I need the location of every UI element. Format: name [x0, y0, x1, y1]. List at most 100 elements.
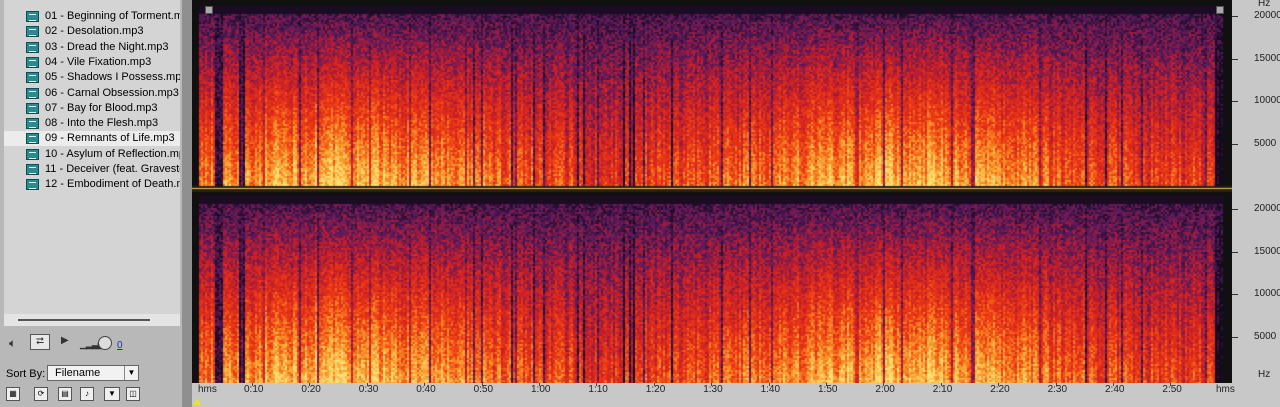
audio-file-icon: [26, 26, 39, 38]
audio-file-icon: [26, 11, 39, 22]
file-item[interactable]: 09 - Remnants of Life.mp3: [4, 131, 180, 147]
time-label: 2:00: [875, 384, 895, 395]
time-tick: [481, 383, 483, 386]
spectrogram[interactable]: [192, 0, 1232, 383]
time-label: 0:10: [244, 384, 264, 395]
frequency-scale: Hz Hz 20000 15000 10000 5000 20000 15000 10000 50…: [1232, 0, 1280, 383]
frequency-label: 10000: [1254, 95, 1280, 106]
time-label: 0:40: [416, 384, 436, 395]
time-tick: [1055, 383, 1057, 386]
play-icon[interactable]: ▶: [61, 335, 69, 346]
time-label: 0:20: [301, 384, 321, 395]
audio-file-icon: [26, 179, 39, 191]
file-panel: 01 - Beginning of Torment.mp3 02 - Desola…: [0, 0, 182, 407]
time-tick: [940, 383, 942, 386]
frequency-tick: [1232, 252, 1238, 253]
playhead-marker[interactable]: [193, 398, 201, 405]
file-item[interactable]: 01 - Beginning of Torment.mp3: [4, 9, 180, 24]
time-label: 1:00: [531, 384, 551, 395]
file-item[interactable]: 10 - Asylum of Reflection.mp3: [4, 147, 180, 162]
speaker-icon[interactable]: 🔈︎: [9, 336, 16, 351]
time-label: 1:50: [818, 384, 838, 395]
loop-button[interactable]: ⮂: [30, 334, 50, 350]
frequency-tick: [1232, 337, 1238, 338]
time-label: 2:50: [1162, 384, 1182, 395]
file-item[interactable]: 02 - Desolation.mp3: [4, 24, 180, 39]
frequency-label: 5000: [1254, 138, 1277, 149]
time-label: 2:40: [1105, 384, 1125, 395]
time-tick: [998, 383, 1000, 386]
audio-file-icon: [26, 41, 39, 53]
frequency-tick: [1232, 101, 1238, 102]
sort-select[interactable]: Filename ▼: [47, 365, 139, 381]
time-label: 1:40: [760, 384, 781, 395]
options-icon[interactable]: ◫: [126, 387, 140, 401]
time-tick: [252, 383, 253, 386]
note-icon[interactable]: ♪: [80, 387, 94, 401]
time-label: 1:30: [703, 384, 723, 395]
hz-unit-label: Hz: [1258, 0, 1271, 9]
time-label: 2:30: [1047, 384, 1068, 395]
file-item[interactable]: 06 - Carnal Obsession.mp3: [4, 86, 180, 101]
sort-row: Sort By: Filename ▼: [0, 364, 182, 384]
spectral-view[interactable]: Hz Hz 20000 15000 10000 5000 20000 15000 10000 50…: [192, 0, 1280, 407]
file-name: 03 - Dread the Night.mp3: [45, 40, 169, 53]
sort-value: Filename: [55, 367, 101, 379]
file-item[interactable]: 11 - Deceiver (feat. Gravestone).mp3: [4, 162, 180, 177]
volume-value[interactable]: 0: [117, 340, 123, 351]
time-tick: [653, 383, 655, 386]
file-list[interactable]: 01 - Beginning of Torment.mp3 02 - Desola…: [4, 0, 180, 314]
frequency-label: 5000: [1254, 331, 1277, 342]
frequency-tick: [1232, 59, 1238, 60]
file-item[interactable]: 12 - Embodiment of Death.mp3: [4, 177, 180, 192]
time-tick: [596, 383, 598, 386]
frequency-tick: [1232, 294, 1238, 295]
frequency-label: 20000: [1254, 10, 1280, 21]
grid-icon[interactable]: ▦: [6, 387, 20, 401]
file-name: 02 - Desolation.mp3: [45, 25, 144, 38]
time-unit-label: hms: [198, 384, 217, 395]
file-name: 10 - Asylum of Reflection.mp3: [45, 147, 180, 160]
chevron-down-icon[interactable]: ▼: [124, 366, 138, 380]
file-name: 04 - Vile Fixation.mp3: [45, 55, 152, 68]
time-label: 1:20: [645, 384, 666, 395]
hz-unit-label: Hz: [1258, 369, 1271, 380]
volume-knob[interactable]: [98, 336, 112, 350]
zoom-handle-left[interactable]: [205, 6, 213, 14]
time-tick: [883, 383, 885, 386]
time-label: 2:20: [990, 384, 1010, 395]
frequency-label: 15000: [1254, 246, 1280, 257]
time-ruler[interactable]: hms hms 0:10 0:20 0:30 0:40 0:50 1:00 1:10 1:20 1:…: [192, 383, 1280, 407]
file-item[interactable]: 08 - Into the Flesh.mp3: [4, 116, 180, 131]
time-unit-label: hms: [1216, 384, 1235, 395]
time-tick: [424, 383, 426, 386]
panel-divider[interactable]: [182, 0, 192, 407]
file-name: 11 - Deceiver (feat. Gravestone).mp3: [45, 163, 180, 175]
file-item[interactable]: 05 - Shadows I Possess.mp3: [4, 70, 180, 85]
file-name: 01 - Beginning of Torment.mp3: [45, 10, 180, 22]
time-tick: [309, 383, 311, 386]
sort-label: Sort By:: [6, 368, 46, 380]
zoom-handle-right[interactable]: [1216, 6, 1224, 14]
audio-file-icon: [26, 87, 39, 99]
frequency-label: 10000: [1254, 288, 1280, 299]
time-label: 0:30: [358, 384, 379, 395]
file-item[interactable]: 04 - Vile Fixation.mp3: [4, 55, 180, 70]
scrollbar-thumb[interactable]: [18, 319, 150, 321]
file-item[interactable]: 07 - Bay for Blood.mp3: [4, 101, 180, 116]
refresh-icon[interactable]: ⟳: [34, 387, 48, 401]
time-tick: [1170, 383, 1172, 386]
time-tick: [539, 383, 540, 386]
file-name: 05 - Shadows I Possess.mp3: [45, 71, 180, 84]
time-label: 1:10: [588, 384, 608, 395]
filter-icon[interactable]: ▼: [104, 387, 120, 401]
file-item[interactable]: 03 - Dread the Night.mp3: [4, 40, 180, 55]
audio-file-icon: [26, 164, 39, 175]
audio-file-icon: [26, 118, 39, 130]
audio-file-icon: [26, 102, 39, 114]
frequency-label: 20000: [1254, 203, 1280, 214]
film-icon[interactable]: ▤: [58, 387, 72, 401]
file-name: 08 - Into the Flesh.mp3: [45, 117, 159, 130]
time-label: 2:10: [932, 384, 953, 395]
audio-file-icon: [26, 148, 39, 160]
